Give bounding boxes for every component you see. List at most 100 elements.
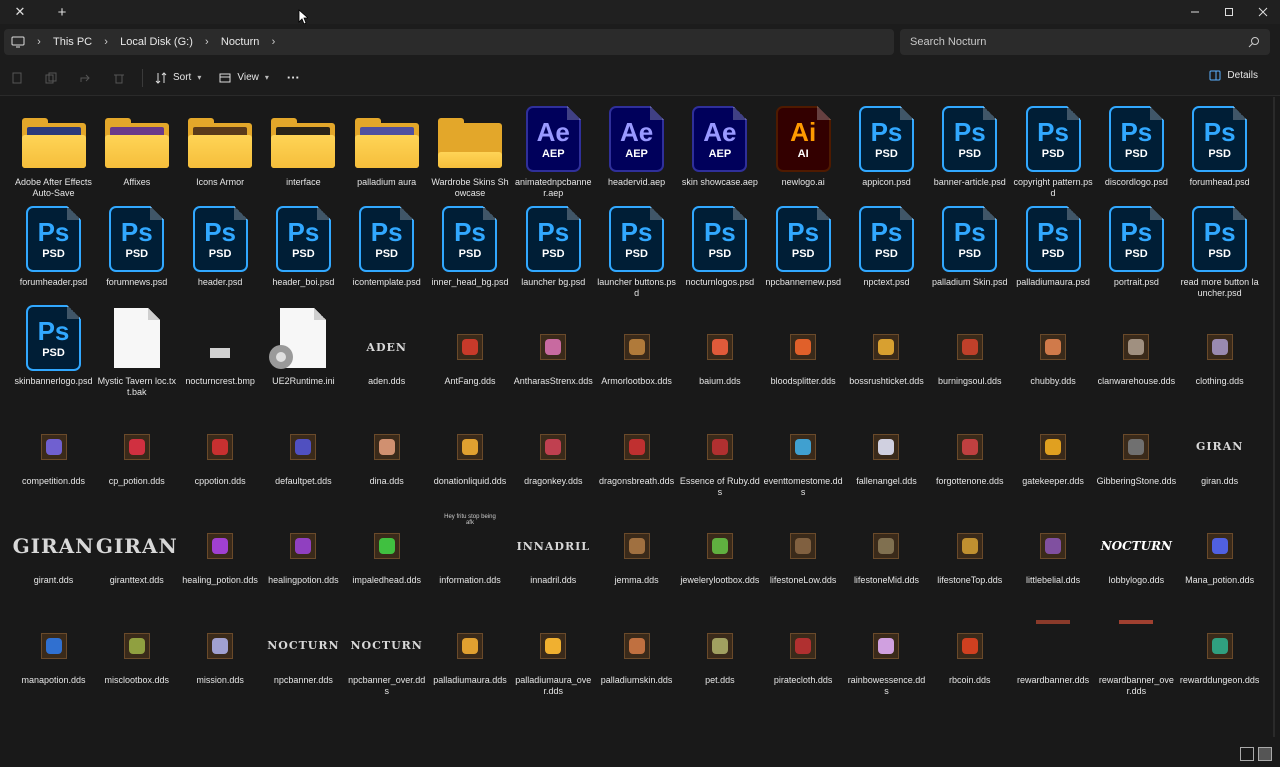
share-button[interactable] [68,64,102,92]
file-item[interactable]: defaultpet.dds [262,402,345,502]
breadcrumb-nocturn[interactable]: Nocturn [216,36,265,48]
file-item[interactable]: UE2Runtime.ini [262,302,345,402]
file-item[interactable]: Mana_potion.dds [1178,501,1261,601]
file-item[interactable]: palladiumaura.dds [428,601,511,701]
file-item[interactable]: pet.dds [678,601,761,701]
file-item[interactable]: Ps PSD forumnews.psd [95,203,178,303]
file-item[interactable]: baium.dds [678,302,761,402]
minimize-button[interactable] [1178,0,1212,24]
file-item[interactable]: Ps PSD read more button launcher.psd [1178,203,1261,303]
file-item[interactable]: forgottenone.dds [928,402,1011,502]
file-item[interactable]: bossrushticket.dds [845,302,928,402]
file-item[interactable]: clanwarehouse.dds [1095,302,1178,402]
file-item[interactable]: Essence of Ruby.dds [678,402,761,502]
search-input[interactable]: Search Nocturn [900,29,1270,55]
file-item[interactable]: eventtomestome.dds [762,402,845,502]
maximize-button[interactable] [1212,0,1246,24]
file-item[interactable]: healing_potion.dds [179,501,262,601]
chevron-right-icon[interactable]: › [97,36,115,48]
file-item[interactable]: rbcoin.dds [928,601,1011,701]
file-item[interactable]: rewardbanner.dds [1012,601,1095,701]
file-item[interactable]: Ps PSD launcher bg.psd [512,203,595,303]
file-item[interactable]: Ai AI newlogo.ai [762,103,845,203]
file-item[interactable]: Ae AEP headervid.aep [595,103,678,203]
details-button[interactable]: Details [1209,70,1258,81]
file-item[interactable]: dragonsbreath.dds [595,402,678,502]
file-item[interactable]: manapotion.dds [12,601,95,701]
file-item[interactable]: NOCTURN npcbanner_over.dds [345,601,428,701]
file-item[interactable]: Ps PSD appicon.psd [845,103,928,203]
file-item[interactable]: Ps PSD npctext.psd [845,203,928,303]
file-item[interactable]: bloodsplitter.dds [762,302,845,402]
file-item[interactable]: INNADRIL innadril.dds [512,501,595,601]
file-item[interactable]: Ps PSD discordlogo.psd [1095,103,1178,203]
new-tab-button[interactable]: + [52,2,72,22]
monitor-icon[interactable] [6,29,30,55]
file-item[interactable]: impaledhead.dds [345,501,428,601]
file-item[interactable]: burningsoul.dds [928,302,1011,402]
file-item[interactable]: AntFang.dds [428,302,511,402]
chevron-right-icon[interactable]: › [264,36,282,48]
chevron-right-icon[interactable]: › [30,36,48,48]
file-item[interactable]: cp_potion.dds [95,402,178,502]
file-item[interactable]: lifestoneLow.dds [762,501,845,601]
file-item[interactable]: cppotion.dds [179,402,262,502]
file-item[interactable]: Icons Armor [179,103,262,203]
file-item[interactable]: AntharasStrenx.dds [512,302,595,402]
file-item[interactable]: nocturncrest.bmp [179,302,262,402]
file-item[interactable]: Hey fritu stop being afk information.dds [428,501,511,601]
more-options-button[interactable]: ··· [281,64,306,92]
file-view[interactable]: Adobe After Effects Auto-Save Affixes Ic… [0,97,1270,745]
file-item[interactable]: Mystic Tavern loc.txt.bak [95,302,178,402]
large-icons-view-button[interactable] [1258,747,1272,761]
file-item[interactable]: ADEN aden.dds [345,302,428,402]
breadcrumb-local-disk[interactable]: Local Disk (G:) [115,36,198,48]
file-item[interactable]: chubby.dds [1012,302,1095,402]
file-item[interactable]: Ps PSD npcbannernew.psd [762,203,845,303]
file-item[interactable]: fallenangel.dds [845,402,928,502]
chevron-right-icon[interactable]: › [198,36,216,48]
file-item[interactable]: lifestoneMid.dds [845,501,928,601]
file-item[interactable]: Adobe After Effects Auto-Save [12,103,95,203]
file-item[interactable]: Ps PSD palladium Skin.psd [928,203,1011,303]
file-item[interactable]: Ps PSD skinbannerlogo.psd [12,302,95,402]
file-item[interactable]: healingpotion.dds [262,501,345,601]
file-item[interactable]: piratecloth.dds [762,601,845,701]
file-item[interactable]: Affixes [95,103,178,203]
file-item[interactable]: Ps PSD inner_head_bg.psd [428,203,511,303]
file-item[interactable]: dina.dds [345,402,428,502]
file-item[interactable]: Ps PSD forumheader.psd [12,203,95,303]
close-window-button[interactable] [1246,0,1280,24]
file-item[interactable]: Ps PSD forumhead.psd [1178,103,1261,203]
file-item[interactable]: NOCTURN npcbanner.dds [262,601,345,701]
view-button[interactable]: View ▾ [213,64,275,92]
file-item[interactable]: jemma.dds [595,501,678,601]
address-bar[interactable]: › This PC › Local Disk (G:) › Nocturn › [4,29,894,55]
file-item[interactable]: Ae AEP skin showcase.aep [678,103,761,203]
vertical-scrollbar[interactable] [1271,97,1277,737]
file-item[interactable]: mission.dds [179,601,262,701]
file-item[interactable]: Ps PSD palladiumaura.psd [1012,203,1095,303]
file-item[interactable]: Ps PSD banner-article.psd [928,103,1011,203]
file-item[interactable]: donationliquid.dds [428,402,511,502]
file-item[interactable]: misclootbox.dds [95,601,178,701]
file-item[interactable]: Ps PSD header_boi.psd [262,203,345,303]
file-item[interactable]: Ps PSD copyright pattern.psd [1012,103,1095,203]
file-item[interactable]: Armorlootbox.dds [595,302,678,402]
file-item[interactable]: Ps PSD icontemplate.psd [345,203,428,303]
file-item[interactable]: NOCTURN lobbylogo.dds [1095,501,1178,601]
file-item[interactable]: Ps PSD header.psd [179,203,262,303]
file-item[interactable]: interface [262,103,345,203]
file-item[interactable]: palladiumaura_over.dds [512,601,595,701]
delete-button[interactable] [102,64,136,92]
file-item[interactable]: rewardbanner_over.dds [1095,601,1178,701]
file-item[interactable]: Ps PSD launcher buttons.psd [595,203,678,303]
breadcrumb-this-pc[interactable]: This PC [48,36,97,48]
file-item[interactable]: GIRAN giranttext.dds [95,501,178,601]
file-item[interactable]: GibberingStone.dds [1095,402,1178,502]
file-item[interactable]: clothing.dds [1178,302,1261,402]
file-item[interactable]: Ps PSD nocturnlogos.psd [678,203,761,303]
file-item[interactable]: jewelerylootbox.dds [678,501,761,601]
file-item[interactable]: rewarddungeon.dds [1178,601,1261,701]
copy-button[interactable] [34,64,68,92]
